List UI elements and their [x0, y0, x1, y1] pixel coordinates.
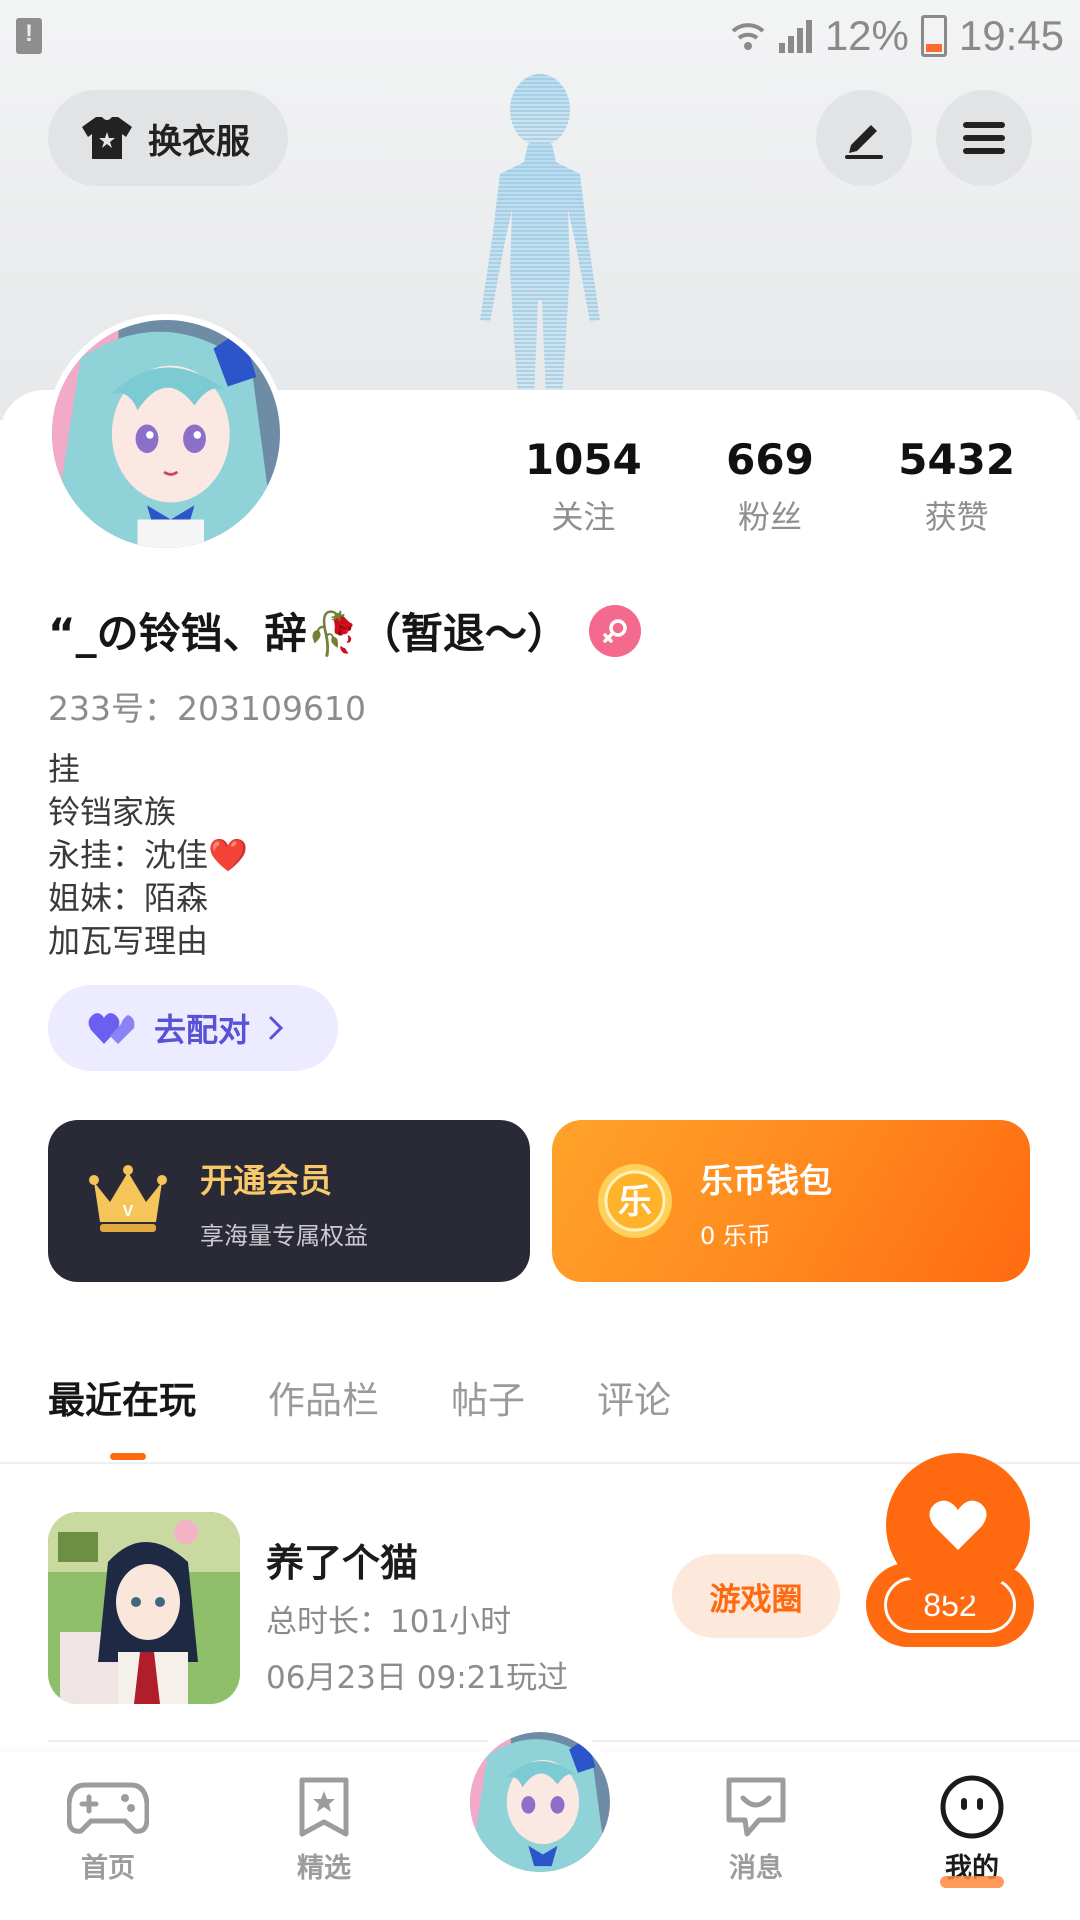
- match-button[interactable]: 去配对: [48, 985, 338, 1071]
- chat-bubble-icon: [726, 1777, 786, 1837]
- like-circle: [886, 1453, 1030, 1597]
- game-name: 养了个猫: [266, 1541, 419, 1585]
- clock: 19:45: [958, 12, 1064, 59]
- nav-label: 精选: [297, 1853, 351, 1884]
- nav-home[interactable]: 首页: [48, 1772, 168, 1885]
- stat-label: 关注: [551, 498, 616, 536]
- nav-messages[interactable]: 消息: [696, 1772, 816, 1885]
- menu-button[interactable]: [936, 90, 1032, 186]
- nav-label: 消息: [729, 1853, 783, 1884]
- alert-icon: [16, 18, 42, 54]
- vip-membership-card[interactable]: V 开通会员 享海量专属权益: [48, 1120, 530, 1282]
- stat-value: 1054: [524, 435, 642, 484]
- coin-wallet-card[interactable]: 乐 乐币钱包 0 乐币: [552, 1120, 1030, 1282]
- avatar-image: [470, 1732, 610, 1872]
- change-outfit-button[interactable]: 换衣服: [48, 90, 288, 186]
- wallet-balance: 0 乐币: [700, 1222, 771, 1250]
- active-tab-indicator: [110, 1453, 146, 1460]
- edit-profile-button[interactable]: [816, 90, 912, 186]
- double-heart-icon: [88, 1013, 135, 1044]
- stat-likes[interactable]: 5432 获赞: [863, 430, 1050, 538]
- wifi-icon: [731, 23, 765, 50]
- nav-me[interactable]: 我的: [912, 1772, 1032, 1885]
- like-fab[interactable]: 852: [866, 1453, 1034, 1653]
- bio: 挂 铃铛家族 永挂：沈佳❤️ 姐妹：陌森 加瓦写理由: [48, 748, 248, 963]
- stat-following[interactable]: 1054 关注: [490, 430, 677, 538]
- signal-icon: [778, 20, 812, 53]
- nav-label: 首页: [81, 1853, 135, 1884]
- wallet-title: 乐币钱包: [700, 1161, 832, 1200]
- bio-line: 永挂：沈佳❤️: [48, 836, 248, 874]
- tab-posts[interactable]: 帖子: [451, 1370, 525, 1424]
- user-id: 233号：203109610: [48, 689, 366, 728]
- avatar-hologram-figure: [480, 74, 600, 400]
- game-last-played: 06月23日 09:21玩过: [266, 1660, 569, 1696]
- stat-value: 669: [726, 435, 814, 484]
- pencil-icon: [845, 125, 883, 159]
- nav-active-underline: [940, 1876, 1004, 1888]
- crown-icon: V: [89, 1165, 167, 1232]
- coin-char: 乐: [618, 1182, 652, 1222]
- bio-line: 铃铛家族: [48, 793, 177, 831]
- game-circle-button[interactable]: 游戏圈: [672, 1554, 840, 1638]
- heart-icon: [929, 1500, 987, 1550]
- smiley-face-icon: [940, 1775, 1004, 1839]
- vip-title: 开通会员: [200, 1161, 332, 1200]
- bio-line: 姐妹：陌森: [48, 879, 209, 917]
- vip-subtitle: 享海量专属权益: [200, 1222, 368, 1250]
- avatar-image: [52, 320, 280, 548]
- profile-tabs: 最近在玩 作品栏 帖子 评论: [48, 1370, 743, 1424]
- match-label: 去配对: [154, 1011, 251, 1049]
- nickname-row: “_の铃铛、辞🥀（暂退～）: [48, 600, 641, 661]
- profile-avatar[interactable]: [46, 314, 286, 554]
- gamepad-icon: [67, 1782, 149, 1834]
- stat-followers[interactable]: 669 粉丝: [677, 430, 864, 538]
- bio-line: 加瓦写理由: [48, 922, 209, 960]
- status-bar: 12% 19:45: [0, 0, 1080, 72]
- tab-comments[interactable]: 评论: [597, 1370, 671, 1424]
- tshirt-icon: [82, 117, 132, 159]
- nav-featured[interactable]: 精选: [264, 1772, 384, 1885]
- battery-icon: [920, 15, 947, 57]
- tab-recently-played[interactable]: 最近在玩: [48, 1370, 196, 1424]
- tab-works[interactable]: 作品栏: [268, 1370, 379, 1424]
- battery-percent: 12%: [824, 12, 909, 59]
- stat-value: 5432: [898, 435, 1016, 484]
- bio-line: 挂: [48, 750, 81, 788]
- star-bookmark-icon: [299, 1777, 349, 1837]
- hamburger-menu-icon: [963, 122, 1005, 154]
- game-icon: [48, 1512, 240, 1704]
- coin-icon: 乐: [598, 1164, 672, 1238]
- chevron-right-icon: [269, 1016, 284, 1040]
- stat-label: 粉丝: [738, 498, 803, 536]
- stat-label: 获赞: [924, 498, 989, 536]
- game-total-time: 总时长：101小时: [266, 1604, 512, 1640]
- svg-text:V: V: [123, 1203, 134, 1220]
- change-outfit-label: 换衣服: [148, 121, 250, 162]
- nickname: “_の铃铛、辞🥀（暂退～）: [48, 609, 569, 658]
- profile-stats: 1054 关注 669 粉丝 5432 获赞: [490, 430, 1050, 538]
- female-gender-icon: [588, 604, 641, 657]
- nav-center-avatar-button[interactable]: [460, 1722, 620, 1882]
